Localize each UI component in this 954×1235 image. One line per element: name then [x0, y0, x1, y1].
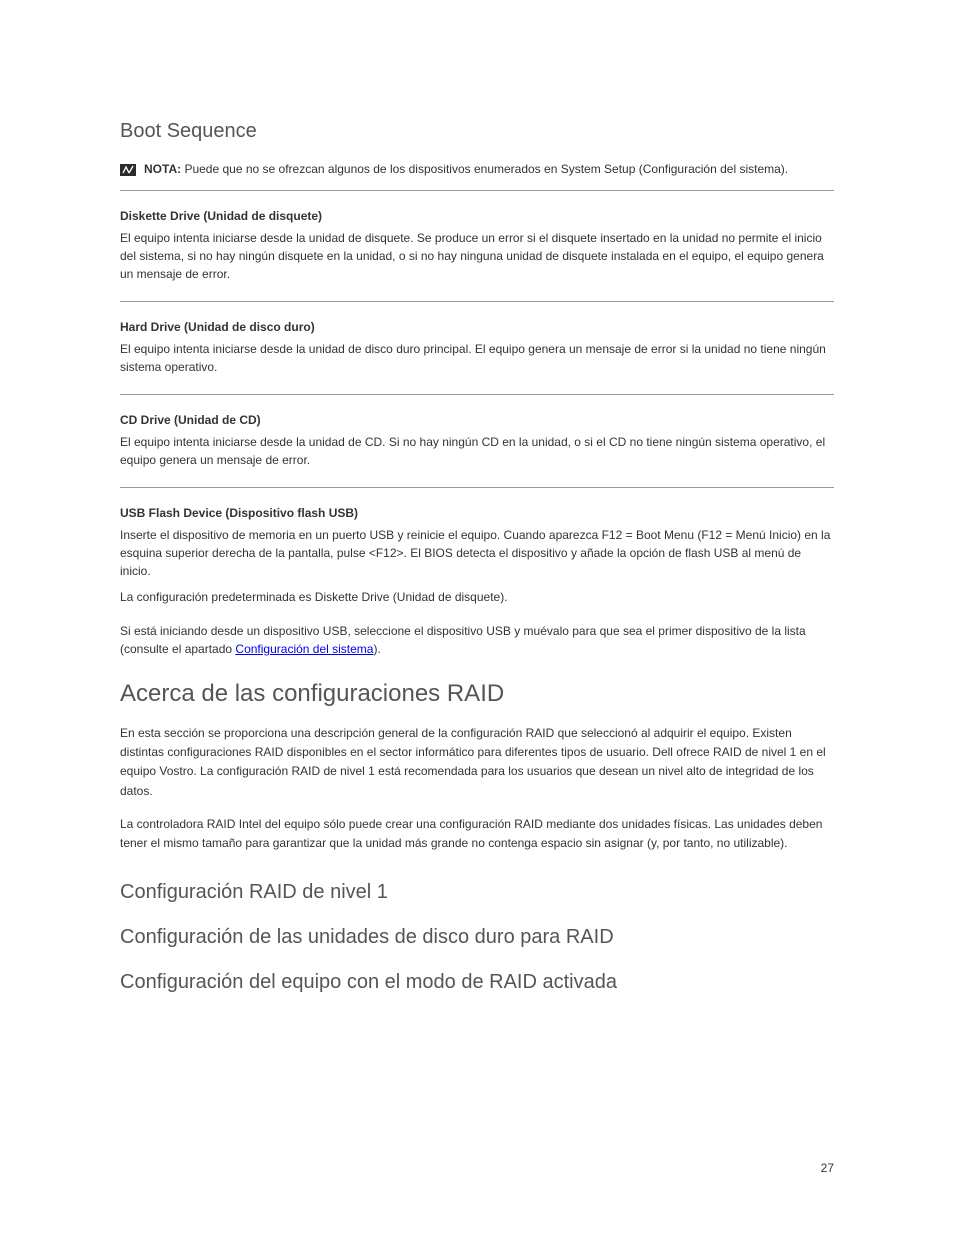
- divider: [120, 301, 834, 302]
- option-name: Hard Drive (Unidad de disco duro): [120, 320, 834, 334]
- note-text: NOTA: Puede que no se ofrezcan algunos d…: [144, 161, 788, 178]
- divider: [120, 487, 834, 488]
- after-text-prefix: Si está iniciando desde un dispositivo U…: [120, 624, 806, 656]
- option-name: Diskette Drive (Unidad de disquete): [120, 209, 834, 223]
- stub-heading-raid1: Configuración RAID de nivel 1: [120, 881, 834, 904]
- option-usbflash: USB Flash Device (Dispositivo flash USB)…: [120, 506, 834, 604]
- option-default: La configuración predeterminada es Diske…: [120, 590, 834, 604]
- stub-sections: Configuración RAID de nivel 1 Configurac…: [120, 881, 834, 994]
- stub-heading-config-hdd: Configuración de las unidades de disco d…: [120, 926, 834, 949]
- heading-raid: Acerca de las configuraciones RAID: [120, 680, 834, 708]
- stub-heading-config-raid-mode: Configuración del equipo con el modo de …: [120, 971, 834, 994]
- option-name: CD Drive (Unidad de CD): [120, 413, 834, 427]
- note-icon: [120, 162, 136, 178]
- note-label: NOTA:: [144, 162, 181, 176]
- raid-para-1: En esta sección se proporciona una descr…: [120, 724, 834, 801]
- raid-para-2: La controladora RAID Intel del equipo só…: [120, 815, 834, 853]
- after-text-suffix: ).: [373, 642, 380, 656]
- divider: [120, 394, 834, 395]
- option-desc: Inserte el dispositivo de memoria en un …: [120, 526, 834, 580]
- page-number: 27: [821, 1161, 834, 1175]
- note-row: NOTA: Puede que no se ofrezcan algunos d…: [120, 161, 834, 178]
- heading-boot-sequence: Boot Sequence: [120, 120, 834, 143]
- option-cddrive: CD Drive (Unidad de CD) El equipo intent…: [120, 413, 834, 469]
- option-name: USB Flash Device (Dispositivo flash USB): [120, 506, 834, 520]
- option-harddrive: Hard Drive (Unidad de disco duro) El equ…: [120, 320, 834, 376]
- usb-boot-note: Si está iniciando desde un dispositivo U…: [120, 622, 834, 658]
- note-body: Puede que no se ofrezcan algunos de los …: [184, 162, 788, 176]
- option-desc: El equipo intenta iniciarse desde la uni…: [120, 433, 834, 469]
- option-desc: El equipo intenta iniciarse desde la uni…: [120, 340, 834, 376]
- option-diskette: Diskette Drive (Unidad de disquete) El e…: [120, 209, 834, 283]
- divider: [120, 190, 834, 191]
- option-desc: El equipo intenta iniciarse desde la uni…: [120, 229, 834, 283]
- link-system-setup[interactable]: Configuración del sistema: [235, 642, 373, 656]
